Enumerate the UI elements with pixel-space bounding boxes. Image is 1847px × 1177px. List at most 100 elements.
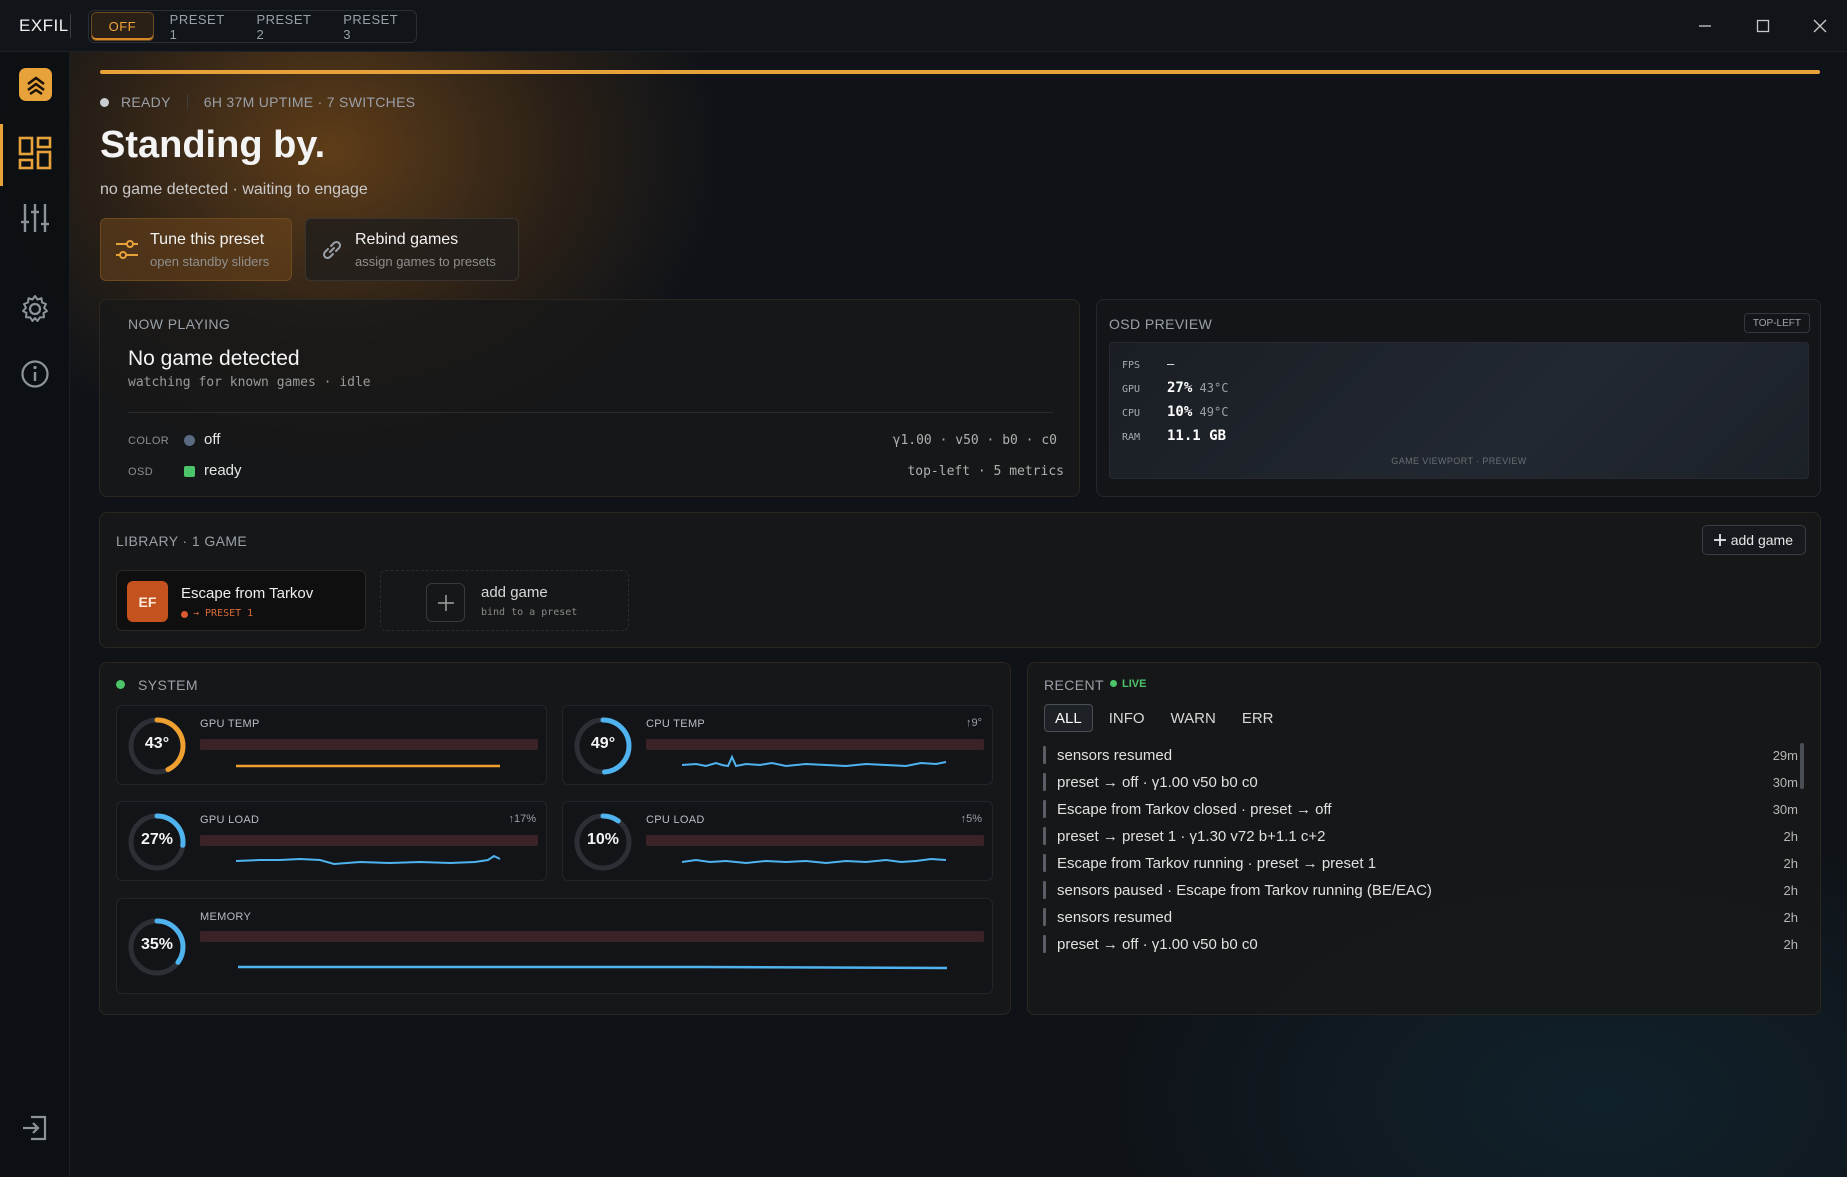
plus-icon [1713, 534, 1726, 546]
title-bar: EXFIL OFF PRESET 1 PRESET 2 PRESET 3 [0, 0, 1847, 52]
link-icon [322, 240, 342, 259]
status-state: READY [121, 94, 171, 110]
library-header: LIBRARY · 1 GAME [116, 533, 248, 549]
filter-info[interactable]: INFO [1099, 704, 1155, 732]
osd-row-params: top-left · 5 metrics [907, 464, 1064, 479]
minimize-button[interactable] [1693, 14, 1717, 38]
log-severity-bar [1043, 935, 1046, 953]
osd-status-dot [184, 466, 195, 477]
chevrons-up-icon [26, 76, 45, 95]
metric-cpu-load: 10% CPU LOAD ↑5% [562, 801, 993, 881]
rebind-games-button[interactable]: Rebind games assign games to presets [305, 218, 519, 281]
memory-label: MEMORY [200, 911, 252, 923]
sidebar-item-settings[interactable] [17, 291, 53, 327]
cpu-load-sparkline [681, 857, 947, 865]
filter-warn[interactable]: WARN [1161, 704, 1226, 732]
game-name: Escape from Tarkov [181, 585, 314, 602]
log-text: sensors resumed [1057, 746, 1173, 764]
log-severity-bar [1043, 773, 1046, 791]
sidebar-item-tuning[interactable] [17, 200, 53, 236]
viewport-caption: GAME VIEWPORT · PREVIEW [1391, 456, 1527, 466]
log-entry: sensors resumed 2h [1043, 906, 1798, 928]
log-time: 2h [1783, 882, 1798, 898]
engage-progress-line [100, 70, 1820, 74]
osd-row-fps: FPS — [1122, 357, 1175, 371]
log-severity-bar [1043, 881, 1046, 899]
filter-all[interactable]: ALL [1044, 704, 1093, 732]
log-severity-bar [1043, 827, 1046, 845]
log-entry: sensors paused · Escape from Tarkov runn… [1043, 879, 1798, 901]
log-text: preset → preset 1 · γ1.30 v72 b+1.1 c+2 [1057, 827, 1326, 845]
color-row-label: COLOR [128, 435, 170, 447]
cpu-load-delta: ↑5% [960, 813, 982, 825]
info-icon [21, 360, 49, 388]
cpu-temp-delta: ↑9° [965, 717, 982, 729]
live-dot [1110, 680, 1117, 687]
rebind-games-sub: assign games to presets [355, 253, 496, 269]
close-button[interactable] [1808, 14, 1832, 38]
sidebar-item-dashboard[interactable] [17, 135, 53, 171]
recent-header: RECENT [1044, 677, 1104, 693]
game-preset-dot [181, 611, 188, 618]
sliders-icon [21, 204, 49, 232]
now-playing-card: NOW PLAYING No game detected watching fo… [99, 299, 1080, 497]
log-text: Escape from Tarkov running · preset → pr… [1057, 854, 1377, 872]
preset-tab-2[interactable]: PRESET 2 [240, 12, 327, 42]
add-game-tile[interactable]: add game bind to a preset [380, 570, 629, 631]
metric-memory: 35% MEMORY [116, 898, 993, 994]
app-logo [19, 68, 52, 101]
log-entry: Escape from Tarkov running · preset → pr… [1043, 852, 1798, 874]
preset-switcher: OFF PRESET 1 PRESET 2 PRESET 3 [88, 10, 417, 43]
preset-tab-3[interactable]: PRESET 3 [327, 12, 414, 42]
tune-preset-title: Tune this preset [150, 230, 265, 248]
log-scrollbar[interactable] [1800, 743, 1804, 789]
log-entry: preset → off · γ1.00 v50 b0 c0 2h [1043, 933, 1798, 955]
sidebar-item-about[interactable] [17, 356, 53, 392]
osd-row-value: ready [204, 462, 242, 479]
status-dot [100, 97, 109, 107]
preset-tab-off[interactable]: OFF [91, 12, 154, 41]
plus-icon [437, 594, 454, 611]
log-entry: sensors resumed 29m [1043, 744, 1798, 766]
game-tile-escape-from-tarkov[interactable]: EF Escape from Tarkov → PRESET 1 [116, 570, 366, 631]
log-entry: Escape from Tarkov closed · preset → off… [1043, 798, 1798, 820]
tune-preset-button[interactable]: Tune this preset open standby sliders [100, 218, 292, 281]
log-severity-bar [1043, 908, 1046, 926]
filter-err[interactable]: ERR [1232, 704, 1284, 732]
log-severity-bar [1043, 800, 1046, 818]
add-game-button[interactable]: add game [1701, 525, 1806, 555]
log-text: Escape from Tarkov closed · preset → off [1057, 800, 1332, 818]
maximize-button[interactable] [1751, 14, 1775, 38]
page-title: Standing by. [100, 124, 326, 166]
log-entry: preset → preset 1 · γ1.30 v72 b+1.1 c+2 2… [1043, 825, 1798, 847]
sidebar-item-exit[interactable] [17, 1110, 53, 1146]
log-severity-bar [1043, 746, 1046, 764]
cpu-temp-label: CPU TEMP [646, 718, 706, 730]
cpu-temp-value: 49° [590, 735, 616, 752]
rebind-games-title: Rebind games [355, 230, 459, 248]
osd-row-ram: RAM 11.1 GB [1122, 428, 1227, 444]
log-text: preset → off · γ1.00 v50 b0 c0 [1057, 773, 1258, 791]
log-time: 30m [1772, 774, 1798, 790]
add-game-tile-title: add game [481, 584, 548, 601]
status-row: READY 6H 37M UPTIME · 7 SWITCHES [100, 94, 415, 110]
cpu-temp-sparkline [681, 754, 947, 768]
color-row-value: off [204, 431, 221, 448]
gpu-temp-label: GPU TEMP [200, 718, 260, 730]
preset-tab-1[interactable]: PRESET 1 [154, 12, 241, 42]
gpu-temp-value: 43° [144, 735, 170, 752]
memory-sparkline [238, 965, 948, 970]
log-filters: ALL INFO WARN ERR [1044, 704, 1290, 732]
system-header: SYSTEM [138, 677, 198, 693]
gear-icon [22, 295, 48, 322]
now-playing-divider [128, 412, 1053, 413]
page-subtitle: no game detected · waiting to engage [100, 181, 368, 198]
metric-gpu-temp: 43° GPU TEMP [116, 705, 547, 785]
dashboard-icon [18, 136, 52, 170]
log-time: 2h [1783, 909, 1798, 925]
app-brand: EXFIL [19, 16, 69, 35]
osd-position-badge[interactable]: TOP-LEFT [1743, 313, 1810, 333]
metric-cpu-temp: 49° CPU TEMP ↑9° [562, 705, 993, 785]
log-time: 2h [1783, 936, 1798, 952]
status-meta: 6H 37M UPTIME · 7 SWITCHES [203, 94, 416, 110]
